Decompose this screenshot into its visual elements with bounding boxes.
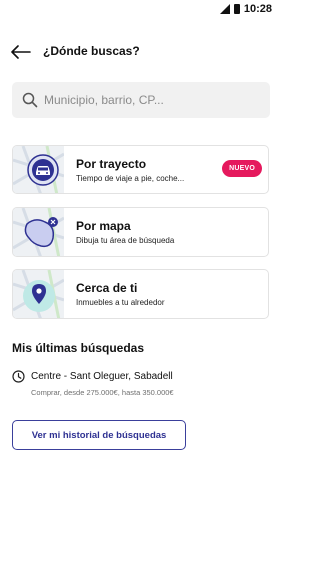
- option-by-route[interactable]: Por trayecto Tiempo de viaje a pie, coch…: [12, 145, 269, 194]
- battery-icon: [233, 4, 240, 14]
- draw-area-icon: [24, 217, 58, 248]
- option-title: Por trayecto: [76, 156, 147, 171]
- option-subtitle: Tiempo de viaje a pie, coche...: [76, 173, 185, 183]
- search-icon: [22, 92, 38, 108]
- recent-search-subtitle: Comprar, desde 275.000€, hasta 350.000€: [31, 388, 174, 397]
- option-subtitle: Inmuebles a tu alrededor: [76, 298, 165, 307]
- recent-search-title: Centre - Sant Oleguer, Sabadell: [31, 371, 173, 382]
- recent-search-item[interactable]: Centre - Sant Oleguer, Sabadell Comprar,…: [12, 370, 270, 397]
- search-history-button[interactable]: Ver mi historial de búsquedas: [12, 420, 186, 450]
- map-thumbnail: [13, 208, 65, 256]
- car-icon: [32, 159, 54, 181]
- status-time: 10:28: [243, 3, 272, 15]
- map-thumbnail: [13, 146, 65, 193]
- new-badge: NUEVO: [222, 160, 262, 177]
- option-subtitle: Dibuja tu área de búsqueda: [76, 236, 175, 245]
- recent-searches-title: Mis últimas búsquedas: [12, 341, 145, 355]
- option-title: Por mapa: [76, 219, 131, 233]
- back-button[interactable]: [10, 42, 32, 62]
- clock-icon: [12, 370, 25, 383]
- signal-icon: [219, 4, 230, 14]
- search-box[interactable]: [12, 82, 270, 118]
- option-title: Cerca de ti: [76, 281, 138, 295]
- map-thumbnail: [13, 270, 65, 318]
- search-input[interactable]: [44, 93, 244, 107]
- status-bar: 10:28: [0, 0, 282, 18]
- location-pin-icon: [32, 284, 46, 304]
- header: ¿Dónde buscas?: [0, 40, 282, 64]
- page-title: ¿Dónde buscas?: [43, 44, 140, 58]
- option-near-you[interactable]: Cerca de ti Inmuebles a tu alrededor: [12, 269, 269, 319]
- option-by-map[interactable]: Por mapa Dibuja tu área de búsqueda: [12, 207, 269, 257]
- arrow-left-icon: [11, 45, 31, 59]
